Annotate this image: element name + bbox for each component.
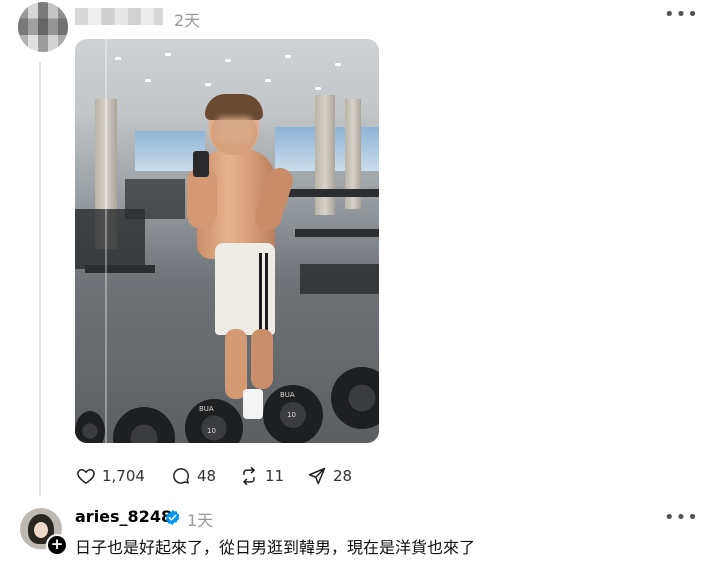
username-blurred[interactable] [75, 8, 163, 25]
phone [193, 151, 209, 177]
plate-label: BUA [280, 391, 295, 399]
post-time: 1天 [187, 511, 214, 530]
post-time: 2天 [174, 11, 201, 30]
follow-plus-icon[interactable]: + [46, 534, 68, 556]
sock [243, 389, 263, 419]
weight-plate [331, 367, 379, 429]
person-leg [251, 329, 273, 389]
repost-icon [243, 466, 255, 486]
comment-button[interactable]: 48 [171, 466, 216, 486]
thread-line [39, 62, 41, 496]
share-button[interactable]: 28 [307, 466, 352, 486]
shorts [215, 243, 275, 335]
plate-label: 10 [207, 427, 216, 435]
person-leg [225, 329, 247, 399]
repost-count: 11 [265, 467, 285, 485]
plate-label: BUA [199, 405, 214, 413]
weight-plate [113, 407, 175, 443]
comment-count: 48 [197, 467, 217, 485]
send-icon [308, 467, 326, 485]
heart-icon [77, 469, 95, 484]
like-button[interactable]: 1,704 [76, 466, 145, 486]
mirror-edge [105, 39, 107, 443]
more-icon[interactable]: ••• [664, 4, 699, 25]
plate-label: 10 [287, 411, 296, 419]
verified-badge-icon [165, 510, 180, 525]
face-blur [217, 117, 253, 143]
weight-plate [185, 399, 243, 443]
username[interactable]: aries_8248 [75, 507, 172, 526]
comment-icon [173, 468, 189, 484]
repost-button[interactable]: 11 [239, 466, 284, 486]
reply-text: 日子也是好起來了，從日男逛到韓男，現在是洋貨也來了 [75, 538, 476, 557]
share-count: 28 [333, 467, 353, 485]
avatar-blurred[interactable] [18, 2, 68, 52]
post-photo[interactable]: BUA 10 BUA 10 [75, 39, 379, 443]
like-count: 1,704 [102, 467, 145, 485]
weight-plate [75, 411, 105, 443]
more-icon[interactable]: ••• [664, 507, 699, 528]
